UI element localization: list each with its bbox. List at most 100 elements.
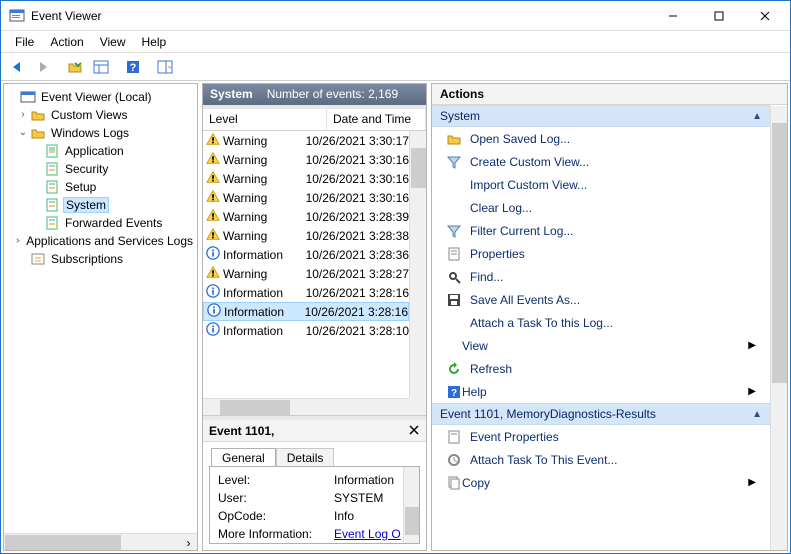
event-level: Information — [223, 324, 283, 338]
detail-close-button[interactable] — [406, 422, 422, 438]
event-row[interactable]: Warning 10/26/2021 3:30:17 — [203, 131, 409, 150]
events-grid[interactable]: Warning10/26/2021 3:30:17Warning10/26/20… — [203, 131, 409, 398]
events-hscrollbar[interactable] — [203, 398, 409, 415]
event-detail-pane: Event 1101, General Details Level:Inform… — [203, 416, 426, 550]
actions-vscrollbar[interactable] — [770, 106, 787, 550]
action-attach-task[interactable]: Attach a Task To this Log... — [432, 311, 770, 334]
field-moreinfo-label: More Information: — [218, 527, 334, 541]
action-help[interactable]: ?Help▶ — [432, 380, 770, 403]
event-level: Warning — [223, 267, 267, 281]
toolbar-folder-button[interactable] — [63, 56, 87, 78]
minimize-button[interactable] — [650, 1, 696, 30]
chevron-right-icon: ▶ — [748, 340, 756, 351]
maximize-button[interactable] — [696, 1, 742, 30]
field-level-value: Information — [334, 473, 394, 487]
event-level: Warning — [223, 134, 267, 148]
column-datetime[interactable]: Date and Time — [327, 109, 426, 130]
detail-vscrollbar[interactable] — [403, 467, 419, 543]
menu-view[interactable]: View — [92, 33, 134, 51]
properties-icon — [446, 429, 462, 445]
collapse-icon: ▲ — [752, 409, 762, 420]
event-row[interactable]: Information10/26/2021 3:28:16 — [203, 283, 409, 302]
log-icon — [44, 143, 60, 159]
event-date: 10/26/2021 3:28:36 — [303, 248, 409, 262]
event-date: 10/26/2021 3:28:10 — [303, 324, 409, 338]
event-row[interactable]: Warning10/26/2021 3:28:38 — [203, 226, 409, 245]
action-create-custom-view[interactable]: Create Custom View... — [432, 150, 770, 173]
action-view[interactable]: View▶ — [432, 334, 770, 357]
toolbar-panes-button[interactable] — [89, 56, 113, 78]
svg-text:?: ? — [451, 388, 457, 399]
tree-windows-logs[interactable]: ⌄ Windows Logs — [6, 124, 195, 142]
event-detail-title: Event 1101, — [209, 424, 274, 438]
event-level: Information — [223, 248, 283, 262]
folder-icon — [30, 125, 46, 141]
event-date: 10/26/2021 3:28:16 — [302, 305, 408, 319]
tree-setup[interactable]: Setup — [6, 178, 195, 196]
event-row[interactable]: Warning 10/26/2021 3:28:27 — [203, 264, 409, 283]
column-level[interactable]: Level — [203, 109, 327, 130]
more-info-link[interactable]: Event Log O — [334, 527, 401, 541]
menu-bar: File Action View Help — [1, 31, 790, 53]
event-date: 10/26/2021 3:30:16 — [303, 191, 409, 205]
action-copy[interactable]: Copy▶ — [432, 471, 770, 494]
menu-file[interactable]: File — [7, 33, 42, 51]
action-event-attach[interactable]: Attach Task To This Event... — [432, 448, 770, 471]
toolbar-panes2-button[interactable] — [153, 56, 177, 78]
event-date: 10/26/2021 3:28:27 — [303, 267, 409, 281]
help-icon: ? — [446, 384, 462, 400]
funnel-icon — [446, 154, 462, 170]
toolbar: ? — [1, 53, 790, 81]
menu-action[interactable]: Action — [42, 33, 91, 51]
filter-icon — [446, 223, 462, 239]
events-header-title: System — [210, 84, 253, 105]
log-icon — [44, 161, 60, 177]
actions-group-system[interactable]: System ▲ — [432, 105, 770, 127]
field-level-label: Level: — [218, 473, 334, 487]
actions-group-event[interactable]: Event 1101, MemoryDiagnostics-Results ▲ — [432, 403, 770, 425]
action-properties[interactable]: Properties — [432, 242, 770, 265]
tree-application[interactable]: Application — [6, 142, 195, 160]
action-event-properties[interactable]: Event Properties — [432, 425, 770, 448]
event-row[interactable]: Information 10/26/2021 3:28:36 — [203, 245, 409, 264]
action-open-saved-log[interactable]: Open Saved Log... — [432, 127, 770, 150]
forward-button[interactable] — [31, 56, 55, 78]
field-opcode-value: Info — [334, 509, 354, 523]
tab-general[interactable]: General — [211, 448, 276, 467]
action-save-all[interactable]: Save All Events As... — [432, 288, 770, 311]
svg-text:?: ? — [130, 62, 137, 74]
action-clear-log[interactable]: Clear Log... — [432, 196, 770, 219]
field-user-label: User: — [218, 491, 334, 505]
tree-root[interactable]: Event Viewer (Local) — [6, 88, 195, 106]
tree-security[interactable]: Security — [6, 160, 195, 178]
action-filter-log[interactable]: Filter Current Log... — [432, 219, 770, 242]
folder-open-icon — [446, 131, 462, 147]
tree-system[interactable]: System — [6, 196, 195, 214]
event-row[interactable]: Warning10/26/2021 3:30:16 — [203, 169, 409, 188]
back-button[interactable] — [5, 56, 29, 78]
tree-forwarded[interactable]: Forwarded Events — [6, 214, 195, 232]
events-vscrollbar[interactable] — [409, 131, 426, 398]
event-date: 10/26/2021 3:28:16 — [303, 286, 409, 300]
action-import-custom-view[interactable]: Import Custom View... — [432, 173, 770, 196]
event-row[interactable]: Warning10/26/2021 3:28:39 — [203, 207, 409, 226]
action-refresh[interactable]: Refresh — [432, 357, 770, 380]
event-row[interactable]: Information 10/26/2021 3:28:10 — [203, 321, 409, 340]
event-row[interactable]: Warning10/26/2021 3:30:16 — [203, 150, 409, 169]
toolbar-help-button[interactable]: ? — [121, 56, 145, 78]
tree-app-services[interactable]: › Applications and Services Logs — [6, 232, 195, 250]
app-icon — [9, 8, 25, 24]
close-button[interactable] — [742, 1, 788, 30]
event-row[interactable]: Warning10/26/2021 3:30:16 — [203, 188, 409, 207]
event-row[interactable]: Information10/26/2021 3:28:16 — [203, 302, 409, 321]
folder-icon — [19, 233, 21, 249]
tree-subscriptions[interactable]: Subscriptions — [6, 250, 195, 268]
action-find[interactable]: Find... — [432, 265, 770, 288]
subscriptions-icon — [30, 251, 46, 267]
menu-help[interactable]: Help — [134, 33, 175, 51]
tab-details[interactable]: Details — [276, 448, 335, 467]
event-date: 10/26/2021 3:30:17 — [303, 134, 409, 148]
tree-hscrollbar[interactable]: › — [4, 533, 197, 550]
folder-icon — [30, 107, 46, 123]
tree-custom-views[interactable]: › Custom Views — [6, 106, 195, 124]
